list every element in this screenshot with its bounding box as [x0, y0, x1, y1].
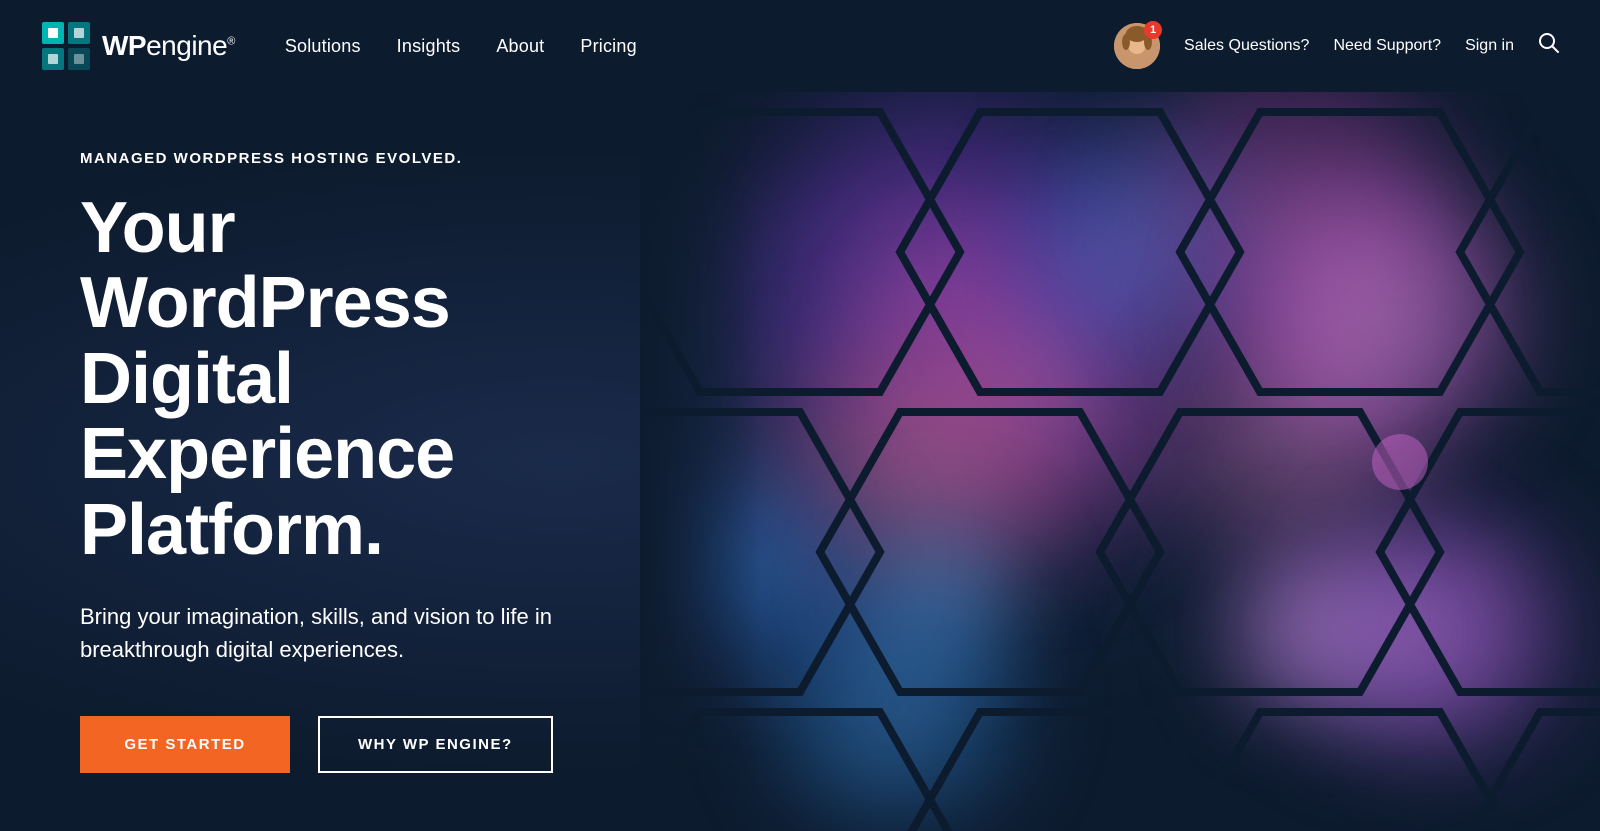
nav-insights[interactable]: Insights [397, 36, 461, 57]
main-nav: Solutions Insights About Pricing [285, 36, 637, 57]
logo[interactable]: WPengine® [40, 20, 235, 72]
hero-subtitle: Bring your imagination, skills, and visi… [80, 600, 620, 666]
nav-pricing[interactable]: Pricing [580, 36, 636, 57]
hero-visual: .hex-line { stroke: #0d1b2e; stroke-widt… [640, 92, 1600, 831]
hex-grid-overlay: .hex-line { stroke: #0d1b2e; stroke-widt… [640, 92, 1600, 831]
header-left: WPengine® Solutions Insights About Prici… [40, 20, 637, 72]
logo-icon [40, 20, 92, 72]
header-right: 1 Sales Questions? Need Support? Sign in [1114, 23, 1560, 69]
sign-in-link[interactable]: Sign in [1465, 37, 1514, 55]
hero-content: MANAGED WORDPRESS HOSTING EVOLVED. Your … [0, 150, 700, 774]
notification-badge: 1 [1144, 21, 1162, 39]
sales-questions-link[interactable]: Sales Questions? [1184, 37, 1309, 55]
get-started-button[interactable]: GET STARTED [80, 716, 290, 773]
search-icon[interactable] [1538, 32, 1560, 60]
nav-about[interactable]: About [496, 36, 544, 57]
hero-section: .hex-line { stroke: #0d1b2e; stroke-widt… [0, 92, 1600, 831]
logo-text: WPengine® [102, 30, 235, 62]
avatar[interactable]: 1 [1114, 23, 1160, 69]
why-wp-engine-button[interactable]: WHY WP ENGINE? [318, 716, 553, 773]
nav-solutions[interactable]: Solutions [285, 36, 361, 57]
hero-title: Your WordPress Digital Experience Platfo… [80, 191, 620, 569]
header: WPengine® Solutions Insights About Prici… [0, 0, 1600, 92]
hero-buttons: GET STARTED WHY WP ENGINE? [80, 716, 620, 773]
need-support-link[interactable]: Need Support? [1333, 37, 1441, 55]
hero-eyebrow: MANAGED WORDPRESS HOSTING EVOLVED. [80, 150, 620, 167]
